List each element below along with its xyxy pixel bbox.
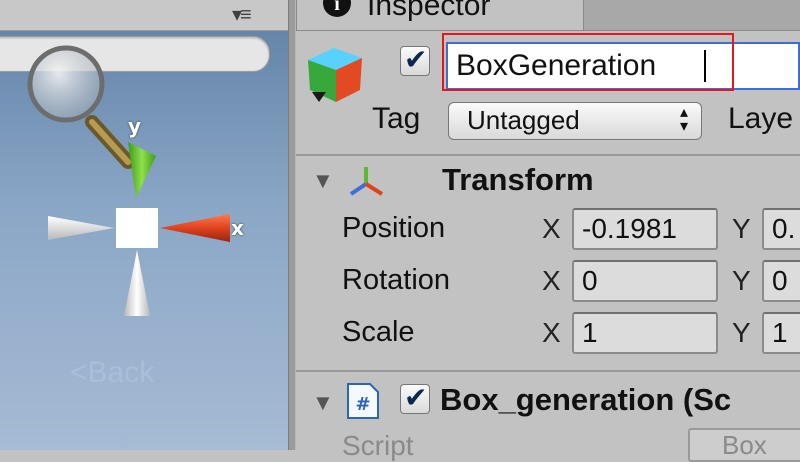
script-foldout-icon[interactable]: ▼ — [312, 390, 334, 416]
tag-label: Tag — [372, 102, 421, 135]
component-divider — [296, 370, 800, 372]
scene-orientation-gizmo[interactable] — [40, 110, 250, 330]
scale-x-label: X — [542, 317, 561, 348]
component-divider — [296, 154, 800, 156]
position-y-field[interactable]: 0. — [762, 208, 800, 250]
back-button[interactable]: <Back — [70, 356, 154, 390]
inspector-tab-bar: i Inspector — [296, 0, 800, 31]
script-enabled-checkbox[interactable]: ✔ — [400, 381, 430, 414]
back-arrow-icon: < — [70, 356, 88, 389]
scale-x-field[interactable]: 1 — [572, 312, 718, 354]
rotation-y-field[interactable]: 0 — [762, 260, 800, 302]
info-icon: i — [323, 0, 351, 17]
dropdown-arrows-icon: ▴ ▾ — [680, 104, 689, 135]
active-checkbox[interactable]: ✔ — [400, 43, 430, 76]
layer-label: Laye — [728, 102, 794, 135]
checkmark-icon: ✔ — [404, 381, 428, 414]
rotation-label: Rotation — [342, 264, 451, 296]
gameobject-cube-icon — [308, 48, 362, 102]
position-label: Position — [342, 212, 446, 244]
csharp-script-icon: # — [347, 383, 379, 419]
gizmo-x-label: x — [231, 216, 244, 240]
position-y-label: Y — [732, 213, 751, 244]
transform-foldout-icon[interactable]: ▼ — [312, 168, 334, 194]
panel-splitter[interactable] — [288, 0, 296, 450]
panel-menu-icon[interactable]: ▾≡ — [232, 2, 252, 27]
scale-y-label: Y — [732, 317, 751, 348]
tab-inspector-label: Inspector — [367, 0, 491, 22]
script-reference-field[interactable]: Box — [688, 428, 800, 462]
script-component-title: Box_generation (Sc — [440, 382, 732, 417]
inspector-panel: i Inspector ✔ BoxGeneration Tag Untagged… — [296, 0, 800, 462]
rotation-y-label: Y — [732, 265, 751, 296]
transform-title: Transform — [442, 162, 594, 197]
checkmark-icon: ✔ — [404, 43, 428, 76]
scale-y-field[interactable]: 1 — [762, 312, 800, 354]
annotation-highlight-box — [442, 33, 734, 91]
script-value: Box — [722, 430, 767, 460]
svg-text:#: # — [355, 394, 370, 415]
gizmo-y-label: y — [128, 114, 142, 138]
scene-view-panel[interactable]: ▾≡ y x <Back — [0, 0, 288, 450]
script-label: Script — [342, 430, 414, 461]
position-x-field[interactable]: -0.1981 — [572, 208, 718, 250]
rotation-x-field[interactable]: 0 — [572, 260, 718, 302]
position-x-label: X — [542, 213, 561, 244]
tab-inspector[interactable]: i Inspector — [296, 0, 584, 30]
scale-label: Scale — [342, 316, 415, 348]
rotation-x-label: X — [542, 265, 561, 296]
transform-axes-icon — [349, 167, 384, 196]
tag-dropdown[interactable]: Untagged — [448, 102, 702, 140]
back-label: Back — [87, 356, 155, 389]
